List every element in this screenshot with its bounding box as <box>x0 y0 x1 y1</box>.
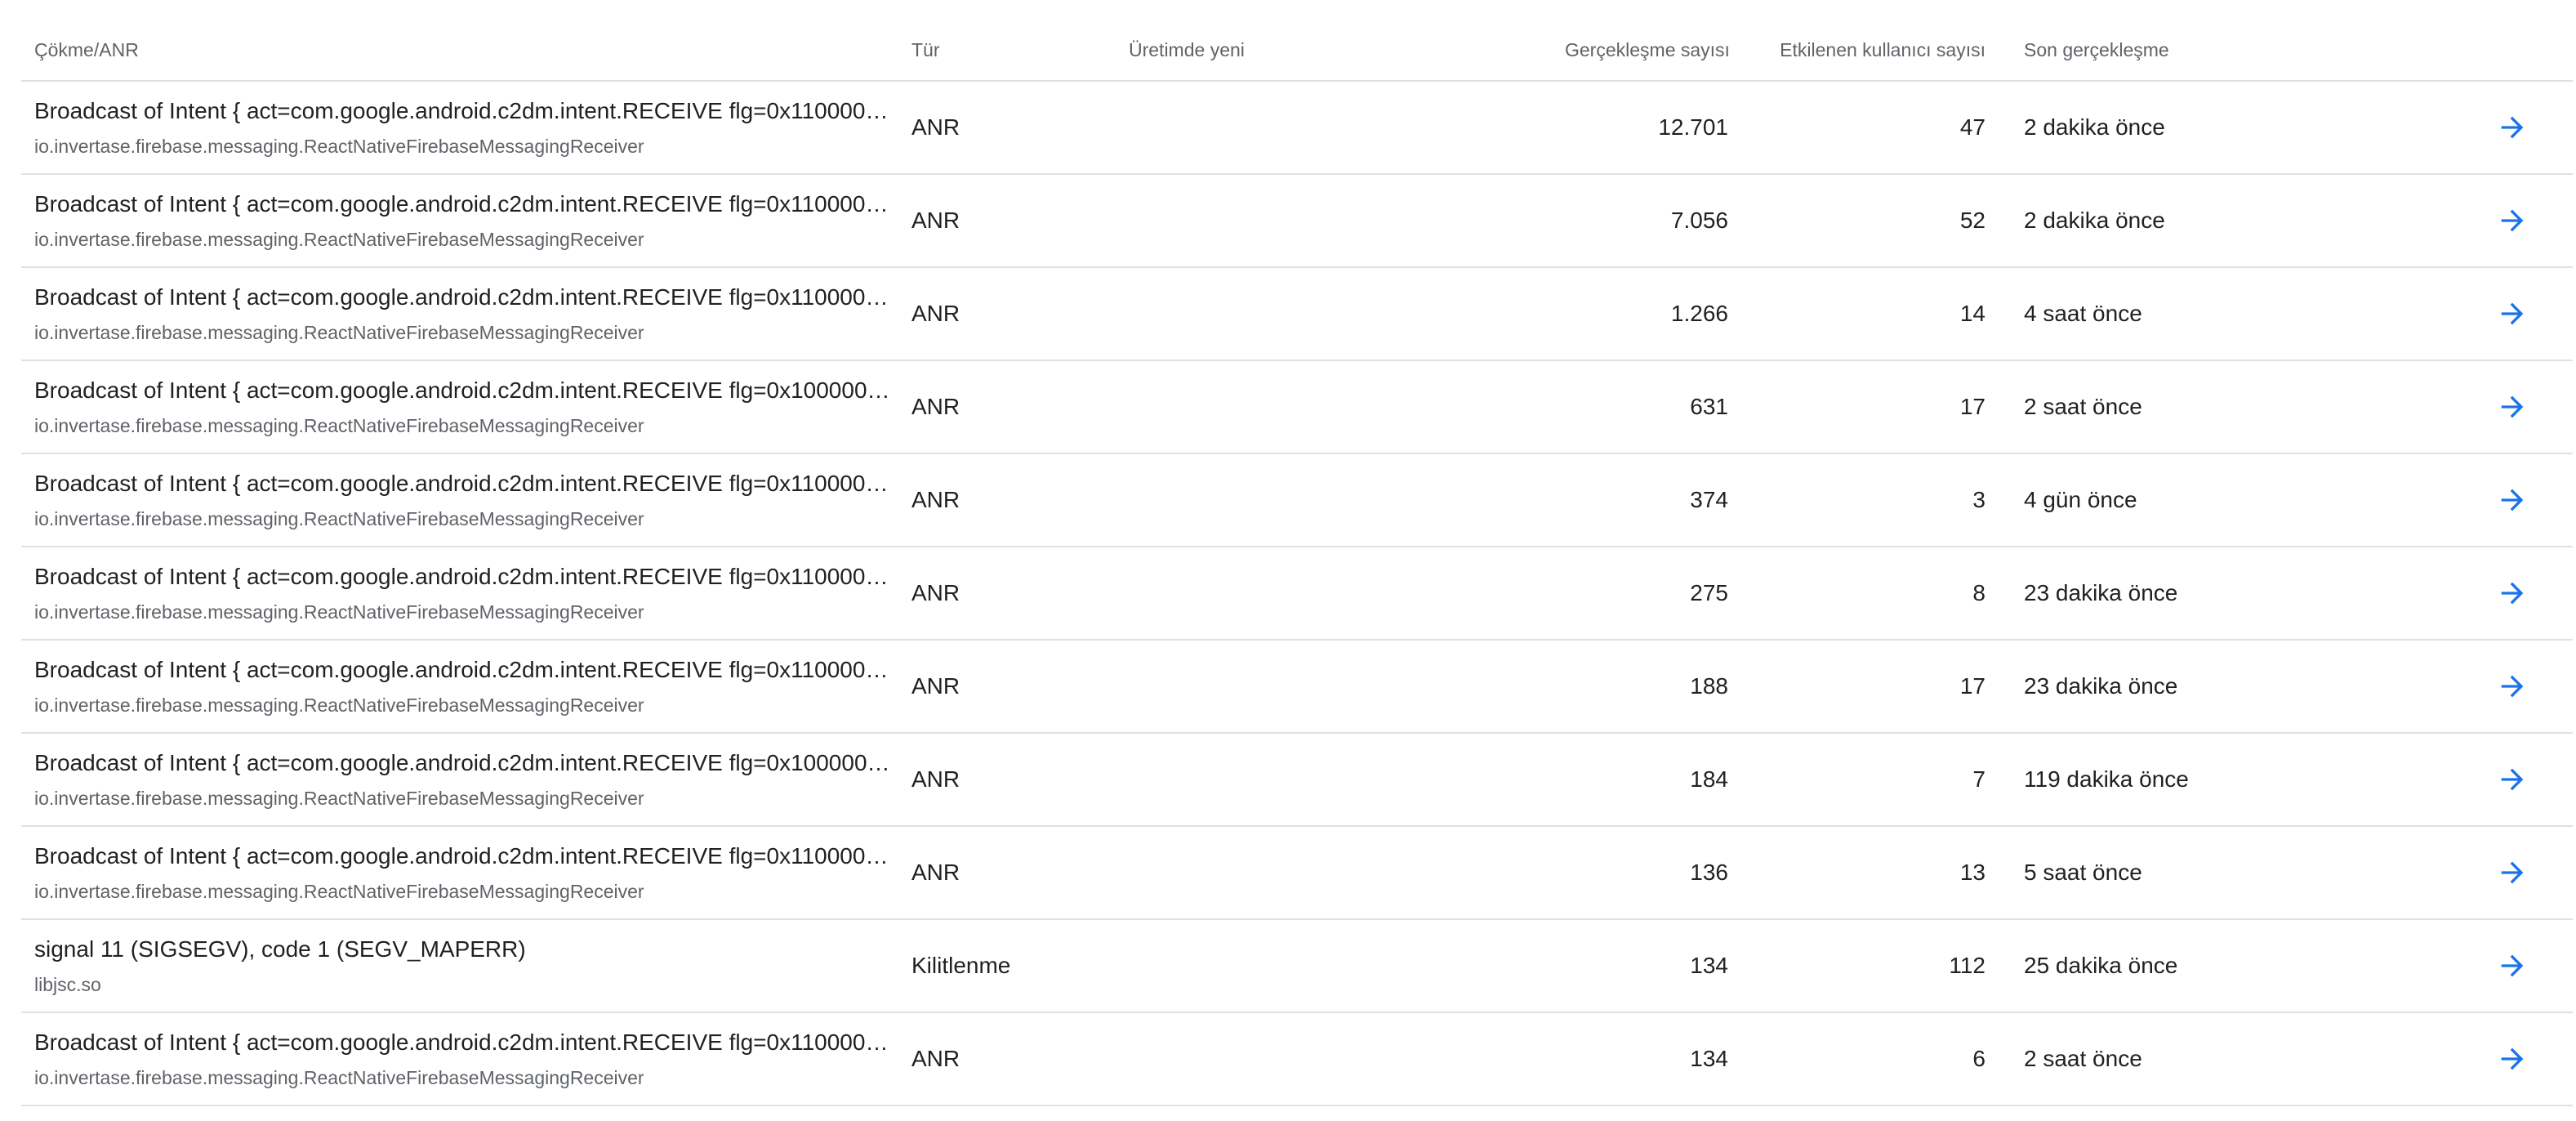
issue-subtitle: io.invertase.firebase.messaging.ReactNat… <box>34 229 644 250</box>
issue-subtitle: io.invertase.firebase.messaging.ReactNat… <box>34 136 644 157</box>
issue-title[interactable]: Broadcast of Intent { act=com.google.and… <box>34 657 898 683</box>
affected-user-count: 14 <box>1959 301 1985 326</box>
issue-title[interactable]: Broadcast of Intent { act=com.google.and… <box>34 564 898 590</box>
column-header-occurrences[interactable]: Gerçekleşme sayısı <box>1565 39 1730 61</box>
issue-title[interactable]: Broadcast of Intent { act=com.google.and… <box>34 1029 898 1056</box>
table-header: Çökme/ANR Tür Üretimde yeni Gerçekleşme … <box>21 0 2573 82</box>
column-header-type: Tür <box>911 39 940 60</box>
arrow-right-icon[interactable] <box>2496 484 2529 516</box>
issue-subtitle: io.invertase.firebase.messaging.ReactNat… <box>34 788 644 809</box>
occurrence-count: 184 <box>1690 766 1728 792</box>
last-seen: 2 saat önce <box>2024 394 2142 419</box>
issue-type: ANR <box>911 860 960 885</box>
affected-user-count: 52 <box>1959 208 1985 233</box>
last-seen: 2 saat önce <box>2024 1046 2142 1071</box>
issue-subtitle: io.invertase.firebase.messaging.ReactNat… <box>34 881 644 902</box>
issue-type: ANR <box>911 301 960 326</box>
table-row[interactable]: Broadcast of Intent { act=com.google.and… <box>21 82 2573 175</box>
table-body: Broadcast of Intent { act=com.google.and… <box>21 82 2573 1106</box>
column-header-new-in-production: Üretimde yeni <box>1129 39 1245 60</box>
occurrence-count: 1.266 <box>1670 301 1728 326</box>
issue-title[interactable]: Broadcast of Intent { act=com.google.and… <box>34 284 898 310</box>
issue-type: ANR <box>911 766 960 792</box>
last-seen: 4 saat önce <box>2024 301 2142 326</box>
table-row[interactable]: signal 11 (SIGSEGV), code 1 (SEGV_MAPERR… <box>21 920 2573 1013</box>
affected-user-count: 7 <box>1972 766 1985 792</box>
table-row[interactable]: Broadcast of Intent { act=com.google.and… <box>21 454 2573 547</box>
arrow-right-icon[interactable] <box>2496 763 2529 796</box>
issue-subtitle: libjsc.so <box>34 974 101 995</box>
affected-user-count: 3 <box>1972 487 1985 512</box>
column-header-last-seen[interactable]: Son gerçekleşme <box>2024 39 2169 61</box>
occurrence-count: 7.056 <box>1670 208 1728 233</box>
occurrence-count: 12.701 <box>1658 114 1728 140</box>
last-seen: 23 dakika önce <box>2024 673 2178 699</box>
affected-user-count: 8 <box>1972 580 1985 605</box>
affected-user-count: 6 <box>1972 1046 1985 1071</box>
arrow-right-icon[interactable] <box>2496 670 2529 703</box>
issue-title[interactable]: Broadcast of Intent { act=com.google.and… <box>34 843 898 869</box>
last-seen: 2 dakika önce <box>2024 208 2165 233</box>
arrow-right-icon[interactable] <box>2496 949 2529 982</box>
affected-user-count: 17 <box>1959 394 1985 419</box>
occurrence-count: 134 <box>1690 953 1728 978</box>
issue-title[interactable]: Broadcast of Intent { act=com.google.and… <box>34 98 898 124</box>
occurrence-count: 374 <box>1690 487 1728 512</box>
issue-subtitle: io.invertase.firebase.messaging.ReactNat… <box>34 322 644 343</box>
occurrence-count: 631 <box>1690 394 1728 419</box>
table-row[interactable]: Broadcast of Intent { act=com.google.and… <box>21 827 2573 920</box>
issue-type: Kilitlenme <box>911 953 1011 978</box>
issue-subtitle: io.invertase.firebase.messaging.ReactNat… <box>34 601 644 623</box>
issue-type: ANR <box>911 673 960 699</box>
issue-subtitle: io.invertase.firebase.messaging.ReactNat… <box>34 694 644 716</box>
issue-title[interactable]: Broadcast of Intent { act=com.google.and… <box>34 471 898 497</box>
table-row[interactable]: Broadcast of Intent { act=com.google.and… <box>21 1013 2573 1106</box>
last-seen: 2 dakika önce <box>2024 114 2165 140</box>
arrow-right-icon[interactable] <box>2496 111 2529 144</box>
arrow-right-icon[interactable] <box>2496 391 2529 423</box>
arrow-right-icon[interactable] <box>2496 856 2529 889</box>
table-row[interactable]: Broadcast of Intent { act=com.google.and… <box>21 641 2573 734</box>
column-header-crash: Çökme/ANR <box>34 39 139 60</box>
issue-type: ANR <box>911 487 960 512</box>
column-header-affected-users[interactable]: Etkilenen kullanıcı sayısı <box>1736 39 1985 61</box>
affected-user-count: 112 <box>1949 953 1985 978</box>
arrow-right-icon[interactable] <box>2496 1043 2529 1075</box>
issue-title[interactable]: signal 11 (SIGSEGV), code 1 (SEGV_MAPERR… <box>34 936 898 962</box>
affected-user-count: 47 <box>1959 114 1985 140</box>
occurrence-count: 188 <box>1690 673 1728 699</box>
issue-title[interactable]: Broadcast of Intent { act=com.google.and… <box>34 377 898 404</box>
last-seen: 25 dakika önce <box>2024 953 2178 978</box>
issue-type: ANR <box>911 1046 960 1071</box>
issue-type: ANR <box>911 114 960 140</box>
issue-title[interactable]: Broadcast of Intent { act=com.google.and… <box>34 191 898 217</box>
table-row[interactable]: Broadcast of Intent { act=com.google.and… <box>21 175 2573 268</box>
affected-user-count: 17 <box>1959 673 1985 699</box>
affected-user-count: 13 <box>1959 860 1985 885</box>
occurrence-count: 136 <box>1690 860 1728 885</box>
issue-type: ANR <box>911 208 960 233</box>
table-row[interactable]: Broadcast of Intent { act=com.google.and… <box>21 361 2573 454</box>
issue-title[interactable]: Broadcast of Intent { act=com.google.and… <box>34 750 898 776</box>
table-row[interactable]: Broadcast of Intent { act=com.google.and… <box>21 268 2573 361</box>
last-seen: 4 gün önce <box>2024 487 2137 512</box>
table-row[interactable]: Broadcast of Intent { act=com.google.and… <box>21 547 2573 641</box>
arrow-right-icon[interactable] <box>2496 577 2529 610</box>
last-seen: 5 saat önce <box>2024 860 2142 885</box>
last-seen: 23 dakika önce <box>2024 580 2178 605</box>
arrow-right-icon[interactable] <box>2496 204 2529 237</box>
table-row[interactable]: Broadcast of Intent { act=com.google.and… <box>21 734 2573 827</box>
issue-type: ANR <box>911 580 960 605</box>
occurrence-count: 134 <box>1690 1046 1728 1071</box>
issue-type: ANR <box>911 394 960 419</box>
last-seen: 119 dakika önce <box>2024 766 2189 792</box>
occurrence-count: 275 <box>1690 580 1728 605</box>
issue-subtitle: io.invertase.firebase.messaging.ReactNat… <box>34 508 644 529</box>
arrow-right-icon[interactable] <box>2496 297 2529 330</box>
issue-subtitle: io.invertase.firebase.messaging.ReactNat… <box>34 1067 644 1088</box>
issue-subtitle: io.invertase.firebase.messaging.ReactNat… <box>34 415 644 436</box>
crash-table: Çökme/ANR Tür Üretimde yeni Gerçekleşme … <box>21 0 2573 1106</box>
